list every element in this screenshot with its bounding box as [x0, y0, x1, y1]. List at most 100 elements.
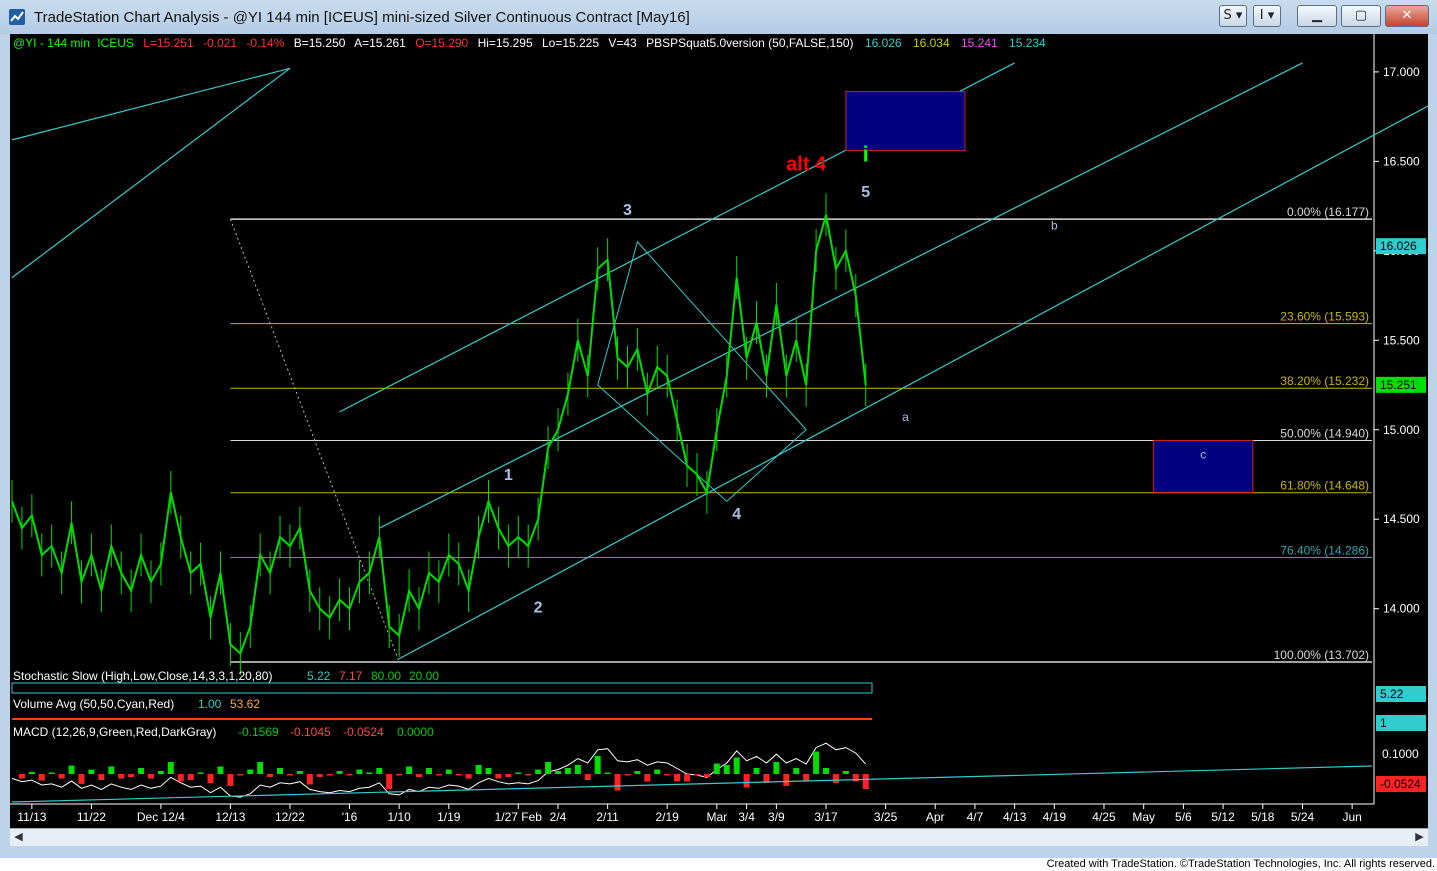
macd-histogram-bar [28, 771, 35, 774]
macd-histogram-bar [713, 763, 720, 774]
time-tick-label: 1/27 Feb [495, 810, 543, 824]
chart-window: TradeStation Chart Analysis - @YI 144 mi… [0, 0, 1437, 858]
maximize-button[interactable]: ▢ [1341, 5, 1381, 27]
macd-histogram-bar [793, 768, 800, 774]
header-ask: A=15.261 [354, 36, 406, 50]
macd-histogram-bar [416, 774, 423, 777]
price-tag-label: 15.251 [1380, 378, 1417, 392]
time-tick-label: Apr [926, 810, 945, 824]
time-tick-label: 3/4 [738, 810, 755, 824]
target-boxes: c [845, 91, 1254, 493]
price-tick-label: 15.500 [1383, 333, 1420, 347]
time-tick-label: Mar [706, 810, 727, 824]
chart-plot-area[interactable]: 17.00016.50016.00015.50015.00014.50014.0… [10, 34, 1428, 828]
time-tick-label: May [1132, 810, 1155, 824]
fib-level-label: 100.00% (13.702) [1274, 648, 1369, 662]
macd-histogram-bar [594, 756, 601, 774]
title-bar: TradeStation Chart Analysis - @YI 144 mi… [0, 0, 1437, 34]
header-ind-value-3: 15.241 [961, 36, 998, 50]
fib-level-label: 0.00% (16.177) [1287, 205, 1369, 219]
close-button[interactable]: ✕ [1385, 5, 1429, 27]
header-ind-value-4: 15.234 [1009, 36, 1046, 50]
macd-histogram-bar [832, 774, 839, 783]
minor-wave-label: i [863, 141, 869, 166]
macd-label: MACD (12,26,9,Green,Red,DarkGray) [13, 725, 216, 739]
time-tick-label: Jun [1342, 810, 1361, 824]
macd-histogram-bar [138, 768, 145, 774]
header-exchange: ICEUS [97, 36, 134, 50]
volume-label: Volume Avg (50,50,Cyan,Red) [13, 697, 174, 711]
macd-value-2: -0.1045 [290, 725, 331, 739]
indicator-link-button[interactable]: I ▾ [1253, 5, 1281, 27]
symbol-link-button[interactable]: S ▾ [1219, 5, 1247, 27]
macd-axis-label: 0.1000 [1382, 747, 1419, 761]
header-high: Hi=15.295 [478, 36, 533, 50]
macd-histogram-bar [356, 769, 363, 774]
macd-histogram-bar [684, 774, 691, 782]
macd-histogram-bar [664, 774, 671, 776]
macd-histogram-bar [852, 774, 859, 782]
time-tick-label: 3/9 [768, 810, 785, 824]
wave-label: 2 [534, 599, 543, 616]
macd-histogram-bar [346, 774, 353, 776]
header-volume: V=43 [608, 36, 637, 50]
horizontal-scrollbar[interactable]: ◀ ▶ [10, 828, 1428, 846]
time-tick-label: 2/4 [550, 810, 567, 824]
time-tick-label: 5/12 [1211, 810, 1235, 824]
macd-histogram-bar [296, 771, 303, 774]
header-low: Lo=15.225 [542, 36, 599, 50]
macd-histogram-bar [564, 768, 571, 774]
macd-value-4: 0.0000 [397, 725, 434, 739]
macd-histogram-bar [574, 765, 581, 774]
header-ind-value-2: 16.034 [913, 36, 950, 50]
macd-histogram-bar [485, 768, 492, 774]
macd-histogram-bar [88, 769, 95, 774]
stochastic-label: Stochastic Slow (High,Low,Close,14,3,3,1… [13, 669, 272, 683]
macd-histogram-bar [286, 774, 293, 776]
tradestation-app-icon [9, 9, 25, 25]
macd-histogram-bar [515, 772, 522, 774]
macd-histogram-bar [693, 774, 700, 776]
macd-histogram-bar [78, 774, 85, 784]
macd-histogram-bar [435, 774, 442, 776]
time-tick-label: '16 [342, 810, 358, 824]
fib-level-label: 23.60% (15.593) [1280, 310, 1369, 324]
scroll-right-icon[interactable]: ▶ [1411, 829, 1428, 846]
macd-histogram-bar [505, 774, 512, 777]
minimize-button[interactable]: ▁ [1297, 5, 1337, 27]
wave-label: 1 [504, 467, 513, 484]
fib-level-label: 61.80% (14.648) [1280, 479, 1369, 493]
time-tick-label: 12/22 [275, 810, 305, 824]
macd-histogram-bar [157, 771, 164, 774]
macd-histogram-bar [703, 774, 710, 777]
time-tick-label: 4/7 [967, 810, 984, 824]
macd-histogram-bar [58, 774, 65, 779]
macd-histogram-bar [217, 766, 224, 774]
macd-histogram-bar [604, 772, 611, 774]
macd-histogram-bar [326, 774, 333, 776]
volume-value-1: 1.00 [198, 697, 222, 711]
target-box-label: c [1200, 447, 1206, 461]
header-symbol: @YI - 144 min [13, 36, 90, 50]
price-chart[interactable]: 17.00016.50016.00015.50015.00014.50014.0… [10, 34, 1428, 828]
macd-histogram-bar [197, 772, 204, 774]
time-tick-label: 5/24 [1291, 810, 1315, 824]
macd-histogram-bar [227, 774, 234, 786]
time-tick-label: 1/10 [387, 810, 411, 824]
header-indicator: PBSPSquat5.0version (50,FALSE,150) [646, 36, 853, 50]
fib-level-label: 76.40% (14.286) [1280, 544, 1369, 558]
header-bid: B=15.250 [294, 36, 346, 50]
macd-histogram-bar [247, 769, 254, 774]
volume-tag-label: 1 [1380, 716, 1387, 730]
wave-label: b [1051, 218, 1058, 232]
price-tick-label: 15.000 [1383, 423, 1420, 437]
time-tick-label: 1/19 [437, 810, 461, 824]
macd-histogram-bar [465, 774, 472, 779]
macd-histogram-bar [187, 774, 194, 780]
macd-histogram-bar [316, 774, 323, 777]
macd-histogram-bar [48, 772, 55, 774]
credit-text: Created with TradeStation. ©TradeStation… [1046, 858, 1435, 870]
scroll-left-icon[interactable]: ◀ [10, 829, 27, 846]
macd-histogram-bar [267, 774, 274, 777]
macd-histogram-bar [406, 766, 413, 774]
